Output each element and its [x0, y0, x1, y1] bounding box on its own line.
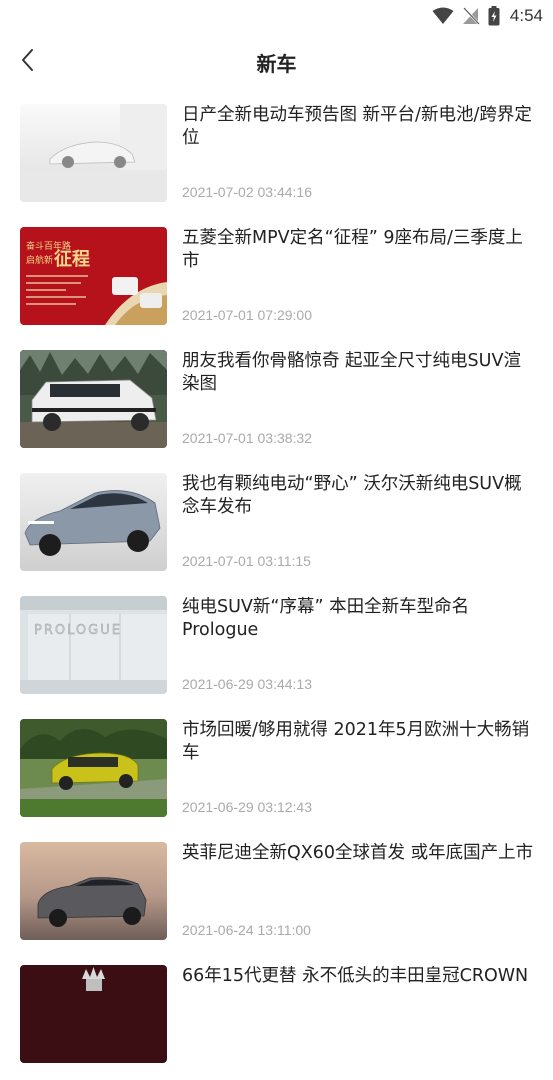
no-signal-icon — [462, 7, 480, 25]
article-date: 2021-07-01 03:11:15 — [182, 553, 311, 569]
news-item[interactable]: 朋友我看你骨骼惊奇 起亚全尺寸纯电SUV渲染图 2021-07-01 03:38… — [0, 342, 553, 465]
article-title: 英菲尼迪全新QX60全球首发 或年底国产上市 — [182, 843, 534, 863]
article-title: 五菱全新MPV定名“征程” 9座布局/三季度上市 — [182, 228, 523, 271]
article-title: 市场回暖/够用就得 2021年5月欧洲十大畅销车 — [182, 720, 530, 763]
app-header: 新车 — [0, 36, 553, 86]
thumb-text-big: 征程 — [54, 248, 90, 270]
page-title: 新车 — [256, 52, 297, 76]
article-title: 我也有颗纯电动“野心” 沃尔沃新纯电SUV概念车发布 — [182, 474, 522, 517]
article-thumbnail — [20, 965, 167, 1063]
article-date: 2021-07-02 03:44:16 — [182, 184, 312, 200]
article-title: 朋友我看你骨骼惊奇 起亚全尺寸纯电SUV渲染图 — [182, 351, 521, 394]
article-thumbnail — [20, 350, 167, 448]
thumb-sign-text: PROLOGUE — [34, 623, 122, 638]
news-item[interactable]: 市场回暖/够用就得 2021年5月欧洲十大畅销车 2021-06-29 03:1… — [0, 711, 553, 834]
news-item[interactable]: 我也有颗纯电动“野心” 沃尔沃新纯电SUV概念车发布 2021-07-01 03… — [0, 465, 553, 588]
article-title: 66年15代更替 永不低头的丰田皇冠CROWN — [182, 966, 529, 986]
status-icons: 4:54 — [432, 5, 543, 27]
article-thumbnail: PROLOGUE — [20, 596, 167, 694]
article-date: 2021-06-29 03:44:13 — [182, 676, 312, 692]
article-date: 2021-07-01 03:38:32 — [182, 430, 312, 446]
article-date: 2021-06-29 03:12:43 — [182, 799, 312, 815]
news-list: 日产全新电动车预告图 新平台/新电池/跨界定位 2021-07-02 03:44… — [0, 96, 553, 1080]
article-thumbnail — [20, 473, 167, 571]
news-item[interactable]: 66年15代更替 永不低头的丰田皇冠CROWN — [0, 957, 553, 1080]
article-thumbnail — [20, 842, 167, 940]
news-item[interactable]: 奋斗百年路 启航新 征程 五菱全新MPV定名“征程” 9座布局/三季度上市 20… — [0, 219, 553, 342]
article-title: 纯电SUV新“序幕” 本田全新车型命名Prologue — [182, 597, 470, 640]
article-thumbnail: 奋斗百年路 启航新 征程 — [20, 227, 167, 325]
wifi-icon — [432, 7, 454, 25]
status-time: 4:54 — [509, 6, 543, 25]
news-item[interactable]: 英菲尼迪全新QX60全球首发 或年底国产上市 2021-06-24 13:11:… — [0, 834, 553, 957]
article-date: 2021-07-01 07:29:00 — [182, 307, 312, 323]
article-date: 2021-06-24 13:11:00 — [182, 922, 311, 938]
article-title: 日产全新电动车预告图 新平台/新电池/跨界定位 — [182, 105, 532, 148]
news-item[interactable]: 日产全新电动车预告图 新平台/新电池/跨界定位 2021-07-02 03:44… — [0, 96, 553, 219]
news-item[interactable]: PROLOGUE 纯电SUV新“序幕” 本田全新车型命名Prologue 202… — [0, 588, 553, 711]
article-thumbnail — [20, 104, 167, 202]
article-thumbnail — [20, 719, 167, 817]
thumb-text-line2: 启航新 — [26, 254, 53, 266]
battery-icon — [488, 6, 500, 26]
status-bar: 4:54 — [0, 0, 553, 32]
